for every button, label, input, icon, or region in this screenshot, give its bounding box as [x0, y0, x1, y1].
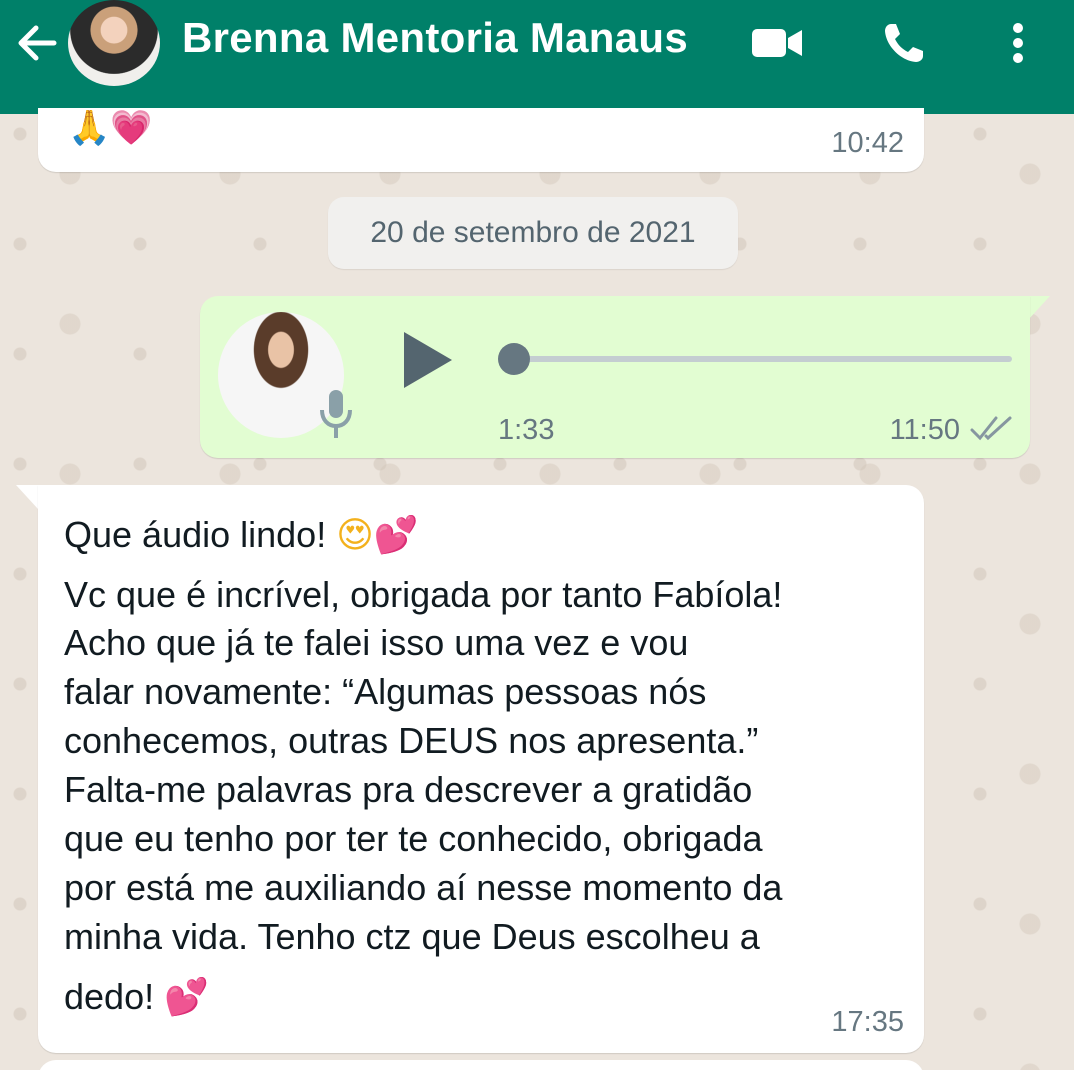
text-message-bubble[interactable]: Que áudio lindo! 😍💕 Vc que é incrível, o…: [38, 485, 924, 1053]
avatar[interactable]: [68, 0, 160, 86]
message-time: 17:35: [831, 1006, 904, 1038]
arrow-left-icon[interactable]: [12, 18, 62, 68]
two-hearts-emoji: 💕: [164, 977, 209, 1018]
message-time: 11:50: [889, 414, 960, 446]
message-line: minha vida. Tenho ctz que Deus escolheu …: [64, 916, 760, 957]
message-line: que eu tenho por ter te conhecido, obrig…: [64, 818, 763, 859]
date-separator: 20 de setembro de 2021: [328, 197, 738, 269]
message-line: Vc que é incrível, obrigada por tanto Fa…: [64, 574, 783, 615]
message-line: Acho que já te falei isso uma vez e vou: [64, 622, 689, 663]
heart-eyes-emoji: 😍: [336, 515, 374, 556]
video-camera-icon[interactable]: [750, 18, 806, 68]
audio-seek-handle[interactable]: [498, 343, 530, 375]
audio-duration: 1:33: [498, 414, 555, 446]
message-line: dedo! 💕: [64, 976, 209, 1018]
phone-icon[interactable]: [876, 18, 932, 68]
two-hearts-emoji: 💕: [373, 515, 419, 556]
more-vertical-icon[interactable]: [990, 18, 1046, 68]
message-emoji: 🙏💗: [68, 108, 153, 148]
double-check-icon: [970, 414, 1014, 444]
message-line: Que áudio lindo! 😍💕: [64, 514, 419, 556]
microphone-icon: [318, 388, 354, 440]
message-line: conhecemos, outras DEUS nos apresenta.”: [64, 720, 759, 761]
message-line: falar novamente: “Algumas pessoas nós: [64, 671, 707, 712]
play-icon[interactable]: [400, 330, 456, 390]
chat-header: Brenna Mentoria Manaus: [0, 0, 1074, 114]
message-bubble-previous[interactable]: 🙏💗 10:42: [38, 108, 924, 172]
audio-message-bubble[interactable]: 1:33 11:50: [200, 296, 1030, 458]
contact-name[interactable]: Brenna Mentoria Manaus: [182, 14, 688, 62]
message-line: Falta-me palavras pra descrever a gratid…: [64, 769, 753, 810]
bubble-tail: [1028, 296, 1050, 320]
message-line: por está me auxiliando aí nesse momento …: [64, 867, 783, 908]
audio-progress-track[interactable]: [500, 356, 1012, 362]
message-bubble-next[interactable]: [38, 1060, 924, 1070]
message-time: 10:42: [831, 127, 904, 159]
bubble-tail: [16, 485, 38, 509]
